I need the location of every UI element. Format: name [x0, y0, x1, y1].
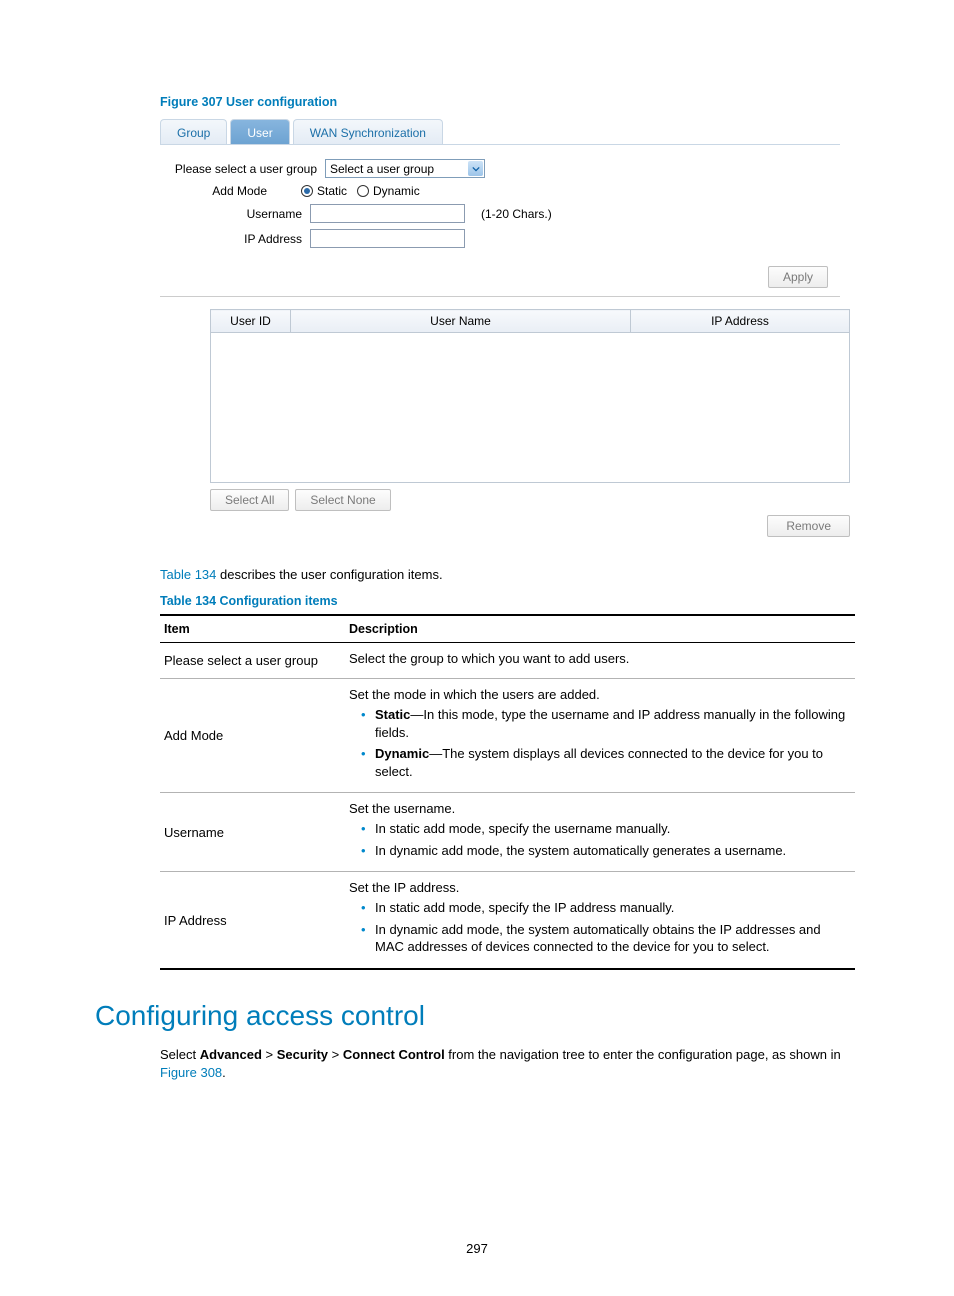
list-item: In static add mode, specify the IP addre…: [361, 899, 851, 917]
desc-cell: Set the IP address. In static add mode, …: [345, 872, 855, 969]
desc-cell: Select the group to which you want to ad…: [345, 643, 855, 679]
item-cell: Please select a user group: [160, 643, 345, 679]
figure-caption: Figure 307 User configuration: [160, 95, 859, 109]
bold-term: Static: [375, 707, 410, 722]
table-caption: Table 134 Configuration items: [160, 594, 859, 608]
bold-term: Dynamic: [375, 746, 429, 761]
bullet-rest: —The system displays all devices connect…: [375, 746, 823, 779]
radio-static-item[interactable]: Static: [301, 184, 347, 198]
apply-button[interactable]: Apply: [768, 266, 828, 288]
screenshot-panel: Group User WAN Synchronization Please se…: [160, 119, 840, 537]
form-area: Please select a user group Select a user…: [160, 155, 840, 262]
remove-button[interactable]: Remove: [767, 515, 850, 537]
list-item: In static add mode, specify the username…: [361, 820, 851, 838]
user-group-select[interactable]: Select a user group: [325, 159, 485, 178]
text-span: from the navigation tree to enter the co…: [445, 1047, 841, 1062]
text-span: .: [222, 1065, 226, 1080]
table-empty-body: [211, 333, 850, 483]
radio-static-label: Static: [317, 184, 347, 198]
col-ip-address: IP Address: [631, 310, 850, 333]
page-number: 297: [0, 1241, 954, 1256]
tab-user[interactable]: User: [230, 119, 289, 144]
tab-group[interactable]: Group: [160, 119, 227, 144]
text-span: Select: [160, 1047, 200, 1062]
config-items-table: Item Description Please select a user gr…: [160, 614, 855, 970]
username-hint: (1-20 Chars.): [481, 207, 552, 221]
user-data-table: User ID User Name IP Address: [210, 309, 850, 483]
desc-text: Set the mode in which the users are adde…: [349, 687, 851, 702]
intro-rest: describes the user configuration items.: [216, 567, 442, 582]
radio-dynamic-label: Dynamic: [373, 184, 420, 198]
tab-bar: Group User WAN Synchronization: [160, 119, 840, 145]
desc-text: Select the group to which you want to ad…: [349, 651, 851, 666]
table-row: Please select a user group Select the gr…: [160, 643, 855, 679]
radio-dynamic-icon: [357, 185, 369, 197]
username-input[interactable]: [310, 204, 465, 223]
item-cell: IP Address: [160, 872, 345, 969]
doc-th-item: Item: [160, 615, 345, 643]
radio-dynamic-item[interactable]: Dynamic: [357, 184, 420, 198]
table-row: Username Set the username. In static add…: [160, 793, 855, 872]
username-label: Username: [160, 207, 310, 221]
bullet-rest: —In this mode, type the username and IP …: [375, 707, 845, 740]
desc-text: Set the username.: [349, 801, 851, 816]
text-span: >: [262, 1047, 277, 1062]
ipaddress-input[interactable]: [310, 229, 465, 248]
list-item: In dynamic add mode, the system automati…: [361, 842, 851, 860]
list-item: Dynamic—The system displays all devices …: [361, 745, 851, 780]
desc-cell: Set the mode in which the users are adde…: [345, 679, 855, 793]
table-row: Add Mode Set the mode in which the users…: [160, 679, 855, 793]
user-group-select-wrap: Select a user group: [325, 159, 485, 178]
desc-cell: Set the username. In static add mode, sp…: [345, 793, 855, 872]
bold-text: Security: [277, 1047, 328, 1062]
col-user-id: User ID: [211, 310, 291, 333]
add-mode-label: Add Mode: [160, 184, 275, 198]
radio-static-icon: [301, 185, 313, 197]
desc-text: Set the IP address.: [349, 880, 851, 895]
table-xref[interactable]: Table 134: [160, 567, 216, 582]
select-all-button[interactable]: Select All: [210, 489, 289, 511]
ipaddress-label: IP Address: [160, 232, 310, 246]
item-cell: Add Mode: [160, 679, 345, 793]
figure-xref[interactable]: Figure 308: [160, 1065, 222, 1080]
select-group-label: Please select a user group: [160, 162, 325, 176]
item-cell: Username: [160, 793, 345, 872]
doc-th-description: Description: [345, 615, 855, 643]
section-heading: Configuring access control: [95, 1000, 859, 1032]
col-user-name: User Name: [291, 310, 631, 333]
table-row: IP Address Set the IP address. In static…: [160, 872, 855, 969]
list-item: In dynamic add mode, the system automati…: [361, 921, 851, 956]
text-span: >: [328, 1047, 343, 1062]
bold-text: Advanced: [200, 1047, 262, 1062]
tab-wan-sync[interactable]: WAN Synchronization: [293, 119, 443, 144]
list-item: Static—In this mode, type the username a…: [361, 706, 851, 741]
body-paragraph: Select Advanced > Security > Connect Con…: [160, 1046, 855, 1082]
table-intro-text: Table 134 describes the user configurati…: [160, 567, 859, 582]
bold-text: Connect Control: [343, 1047, 445, 1062]
select-none-button[interactable]: Select None: [295, 489, 390, 511]
